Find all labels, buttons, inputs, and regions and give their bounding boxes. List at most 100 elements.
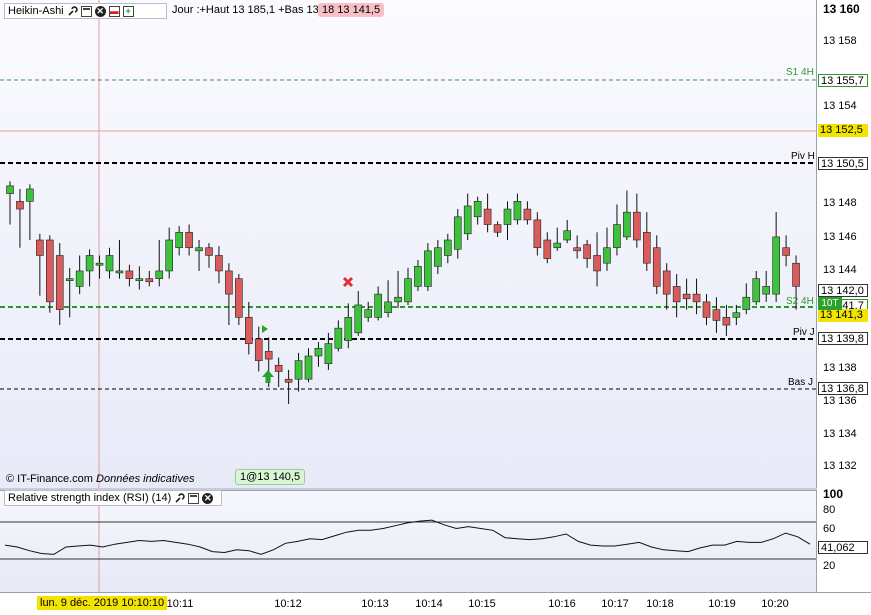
- bullish-candle: [394, 296, 402, 303]
- bearish-candle: [583, 244, 591, 259]
- bullish-candle: [6, 185, 14, 194]
- time-label: 10:14: [415, 598, 443, 610]
- price-axis[interactable]: 13 160 13 158 13 154 13 148 13 146 13 14…: [817, 0, 871, 592]
- bearish-candle: [682, 293, 691, 300]
- rsi-value-tag: 41,062: [818, 541, 868, 554]
- bas-j-value-tag: 13 136,8: [818, 382, 868, 395]
- bullish-candle: [65, 278, 74, 281]
- bearish-candle: [533, 219, 542, 249]
- window-icon[interactable]: [188, 492, 200, 504]
- bearish-candle: [145, 278, 154, 283]
- bullish-candle: [772, 236, 780, 295]
- bullish-candle: [434, 247, 442, 267]
- bullish-candle: [324, 343, 333, 365]
- bullish-candle: [553, 242, 562, 249]
- bullish-candle: [344, 317, 353, 341]
- close-icon[interactable]: ✕: [94, 5, 106, 17]
- bas-j-label: Bas J: [788, 377, 814, 388]
- bearish-candle: [235, 278, 243, 318]
- price-tick: 13 138: [823, 362, 857, 374]
- order-pill[interactable]: 1@13 140,5: [235, 469, 306, 485]
- bearish-candle: [702, 301, 711, 318]
- rsi-tick: 20: [823, 560, 836, 572]
- bearish-candle: [642, 231, 651, 264]
- bullish-candle: [155, 270, 164, 279]
- bullish-candle: [374, 293, 382, 318]
- rsi-tick: 60: [823, 523, 836, 535]
- bearish-candle: [652, 247, 661, 287]
- price-tick: 13 134: [823, 428, 857, 440]
- chart-title-box: Heikin-Ashi ✕ ▬ +: [4, 3, 167, 19]
- bearish-candle: [712, 309, 721, 321]
- rsi-chart-area[interactable]: Relative strength index (RSI) (14) ✕: [0, 490, 817, 593]
- rsi-title: Relative strength index (RSI) (14): [8, 492, 172, 504]
- piv-j-label: Piv J: [793, 327, 815, 338]
- bullish-candle: [443, 239, 452, 256]
- bullish-candle: [732, 312, 741, 318]
- bearish-candle: [633, 211, 641, 241]
- bullish-candle: [175, 231, 183, 249]
- price-chart-area[interactable]: Heikin-Ashi ✕ ▬ + Jour :+Haut 13 185,1 +…: [0, 0, 817, 488]
- bearish-candle: [254, 338, 263, 361]
- bearish-candle: [672, 286, 681, 303]
- piv-j-value-tag: 13 139,8: [818, 332, 868, 345]
- bearish-candle: [523, 208, 532, 221]
- bullish-candle: [503, 208, 512, 225]
- bearish-candle: [245, 317, 253, 344]
- time-label: 10:11: [166, 598, 194, 610]
- piv-h-label: Piv H: [791, 151, 815, 162]
- close-icon[interactable]: ✕: [202, 492, 214, 504]
- bullish-candle: [563, 230, 572, 241]
- bullish-candle: [384, 301, 392, 313]
- play-marker-icon: [262, 325, 268, 333]
- bullish-candle: [165, 239, 173, 272]
- bullish-candle: [752, 278, 761, 303]
- price-tick: 13 132: [823, 460, 857, 472]
- rsi-title-box: Relative strength index (RSI) (14) ✕: [4, 490, 222, 506]
- bullish-candle: [95, 262, 104, 266]
- bearish-candle: [16, 201, 24, 210]
- wrench-icon[interactable]: [67, 5, 78, 17]
- price-tick: 13 160: [823, 2, 860, 16]
- bullish-candle: [75, 270, 84, 287]
- price-tick: 13 154: [823, 100, 857, 112]
- bullish-candle: [85, 255, 94, 272]
- bullish-candle: [304, 355, 313, 380]
- delete-icon[interactable]: ▬: [108, 5, 120, 17]
- bearish-candle: [185, 231, 193, 249]
- wrench-icon[interactable]: [174, 492, 185, 504]
- candles-group: [6, 181, 800, 404]
- bearish-candle: [483, 208, 492, 225]
- window-icon[interactable]: [80, 5, 92, 17]
- bullish-candle: [26, 188, 34, 202]
- bullish-candle: [613, 224, 621, 249]
- bearish-candle: [45, 239, 54, 303]
- bullish-candle: [364, 309, 373, 318]
- sell-marker-icon: [342, 276, 354, 288]
- current-time-tag: lun. 9 déc. 2019 10:10:10: [37, 596, 168, 610]
- rsi-chart-svg: [0, 491, 816, 593]
- bullish-candle: [742, 296, 751, 310]
- trading-chart-window: Heikin-Ashi ✕ ▬ + Jour :+Haut 13 185,1 +…: [0, 0, 871, 615]
- bearish-candle: [692, 293, 701, 303]
- bullish-candle: [453, 216, 462, 250]
- time-label: 10:17: [601, 598, 629, 610]
- bullish-candle: [623, 211, 631, 238]
- bullish-candle: [762, 286, 771, 295]
- time-axis[interactable]: lun. 9 déc. 2019 10:10:10 10:11 10:12 10…: [0, 592, 871, 615]
- price-info-pill: 18 13 141,5: [318, 3, 385, 17]
- bullish-candle: [603, 247, 611, 264]
- bullish-candle: [115, 270, 124, 274]
- time-label: 10:20: [761, 598, 789, 610]
- bullish-candle: [105, 255, 114, 272]
- bid-price-tag: 13 141,3: [818, 309, 868, 322]
- bearish-candle: [274, 364, 283, 372]
- copyright-text: © IT-Finance.com Données indicatives: [6, 473, 195, 485]
- bearish-candle: [225, 270, 233, 295]
- plus-icon[interactable]: +: [122, 5, 134, 17]
- rsi-line: [4, 519, 811, 555]
- s2-4h-label: S2 4H: [786, 296, 814, 307]
- bearish-candle: [722, 317, 731, 326]
- bullish-candle: [424, 250, 432, 287]
- time-label: 10:18: [646, 598, 674, 610]
